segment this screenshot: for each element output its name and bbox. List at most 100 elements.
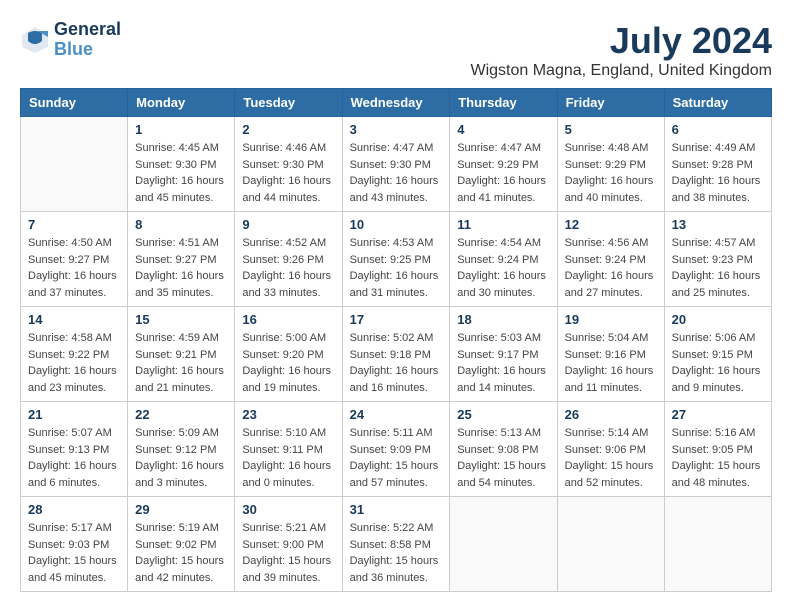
day-info: Sunrise: 5:14 AM Sunset: 9:06 PM Dayligh… [565, 425, 657, 491]
logo: General Blue [20, 20, 121, 60]
logo-icon [20, 25, 50, 55]
calendar-cell: 16Sunrise: 5:00 AM Sunset: 9:20 PM Dayli… [235, 307, 342, 402]
day-info: Sunrise: 5:00 AM Sunset: 9:20 PM Dayligh… [242, 330, 334, 396]
weekday-header-friday: Friday [557, 89, 664, 117]
day-info: Sunrise: 5:13 AM Sunset: 9:08 PM Dayligh… [457, 425, 549, 491]
day-info: Sunrise: 4:54 AM Sunset: 9:24 PM Dayligh… [457, 235, 549, 301]
day-number: 4 [457, 122, 549, 137]
day-number: 10 [350, 217, 443, 232]
day-info: Sunrise: 4:47 AM Sunset: 9:30 PM Dayligh… [350, 140, 443, 206]
calendar-cell: 21 Sunrise: 5:07 AM Sunset: 9:13 PM Dayli… [21, 402, 128, 497]
calendar-cell [450, 497, 557, 592]
location-title: Wigston Magna, England, United Kingdom [470, 62, 772, 80]
day-info: Sunrise: 4:56 AM Sunset: 9:24 PM Dayligh… [565, 235, 657, 301]
day-info: Sunrise: 5:22 AM Sunset: 8:58 PM Dayligh… [350, 520, 443, 586]
week-row-3: 14 Sunrise: 4:58 AM Sunset: 9:22 PM Dayli… [21, 307, 772, 402]
calendar-cell: 20Sunrise: 5:06 AM Sunset: 9:15 PM Dayli… [664, 307, 771, 402]
calendar-cell: 14 Sunrise: 4:58 AM Sunset: 9:22 PM Dayli… [21, 307, 128, 402]
calendar-cell: 2Sunrise: 4:46 AM Sunset: 9:30 PM Daylig… [235, 117, 342, 212]
calendar-cell: 11 Sunrise: 4:54 AM Sunset: 9:24 PM Dayli… [450, 212, 557, 307]
weekday-header-thursday: Thursday [450, 89, 557, 117]
calendar-cell: 23Sunrise: 5:10 AM Sunset: 9:11 PM Dayli… [235, 402, 342, 497]
day-info: Sunrise: 4:57 AM Sunset: 9:23 PM Dayligh… [672, 235, 764, 301]
day-number: 7 [28, 217, 120, 232]
day-number: 13 [672, 217, 764, 232]
calendar-cell: 24Sunrise: 5:11 AM Sunset: 9:09 PM Dayli… [342, 402, 450, 497]
day-number: 12 [565, 217, 657, 232]
weekday-header-saturday: Saturday [664, 89, 771, 117]
weekday-header-wednesday: Wednesday [342, 89, 450, 117]
day-number: 8 [135, 217, 227, 232]
week-row-4: 21 Sunrise: 5:07 AM Sunset: 9:13 PM Dayli… [21, 402, 772, 497]
calendar-cell: 8 Sunrise: 4:51 AM Sunset: 9:27 PM Daylig… [128, 212, 235, 307]
calendar-cell: 27 Sunrise: 5:16 AM Sunset: 9:05 PM Dayli… [664, 402, 771, 497]
week-row-5: 28Sunrise: 5:17 AM Sunset: 9:03 PM Dayli… [21, 497, 772, 592]
day-info: Sunrise: 4:45 AM Sunset: 9:30 PM Dayligh… [135, 140, 227, 206]
day-number: 27 [672, 407, 764, 422]
day-info: Sunrise: 4:49 AM Sunset: 9:28 PM Dayligh… [672, 140, 764, 206]
calendar-cell: 5 Sunrise: 4:48 AM Sunset: 9:29 PM Daylig… [557, 117, 664, 212]
day-info: Sunrise: 5:17 AM Sunset: 9:03 PM Dayligh… [28, 520, 120, 586]
calendar-cell: 6 Sunrise: 4:49 AM Sunset: 9:28 PM Daylig… [664, 117, 771, 212]
day-info: Sunrise: 5:21 AM Sunset: 9:00 PM Dayligh… [242, 520, 334, 586]
day-number: 6 [672, 122, 764, 137]
logo-text: General Blue [54, 20, 121, 60]
day-info: Sunrise: 4:53 AM Sunset: 9:25 PM Dayligh… [350, 235, 443, 301]
calendar-cell: 15 Sunrise: 4:59 AM Sunset: 9:21 PM Dayli… [128, 307, 235, 402]
week-row-2: 7 Sunrise: 4:50 AM Sunset: 9:27 PM Daylig… [21, 212, 772, 307]
weekday-header-sunday: Sunday [21, 89, 128, 117]
day-number: 5 [565, 122, 657, 137]
calendar-cell: 13 Sunrise: 4:57 AM Sunset: 9:23 PM Dayli… [664, 212, 771, 307]
day-number: 2 [242, 122, 334, 137]
calendar-cell: 30 Sunrise: 5:21 AM Sunset: 9:00 PM Dayli… [235, 497, 342, 592]
day-number: 30 [242, 502, 334, 517]
day-number: 25 [457, 407, 549, 422]
day-number: 20 [672, 312, 764, 327]
page-header: General Blue July 2024 Wigston Magna, En… [20, 20, 772, 80]
calendar-cell: 7 Sunrise: 4:50 AM Sunset: 9:27 PM Daylig… [21, 212, 128, 307]
day-number: 18 [457, 312, 549, 327]
weekday-header-monday: Monday [128, 89, 235, 117]
calendar-cell [664, 497, 771, 592]
calendar-cell: 22 Sunrise: 5:09 AM Sunset: 9:12 PM Dayli… [128, 402, 235, 497]
day-info: Sunrise: 4:51 AM Sunset: 9:27 PM Dayligh… [135, 235, 227, 301]
day-info: Sunrise: 4:59 AM Sunset: 9:21 PM Dayligh… [135, 330, 227, 396]
week-row-1: 1 Sunrise: 4:45 AM Sunset: 9:30 PM Daylig… [21, 117, 772, 212]
weekday-header-row: SundayMondayTuesdayWednesdayThursdayFrid… [21, 89, 772, 117]
day-number: 21 [28, 407, 120, 422]
calendar-cell [557, 497, 664, 592]
calendar-cell: 19Sunrise: 5:04 AM Sunset: 9:16 PM Dayli… [557, 307, 664, 402]
day-info: Sunrise: 4:58 AM Sunset: 9:22 PM Dayligh… [28, 330, 120, 396]
day-number: 23 [242, 407, 334, 422]
day-number: 31 [350, 502, 443, 517]
day-info: Sunrise: 5:09 AM Sunset: 9:12 PM Dayligh… [135, 425, 227, 491]
day-info: Sunrise: 5:07 AM Sunset: 9:13 PM Dayligh… [28, 425, 120, 491]
day-number: 1 [135, 122, 227, 137]
day-number: 26 [565, 407, 657, 422]
day-number: 9 [242, 217, 334, 232]
calendar-cell: 28Sunrise: 5:17 AM Sunset: 9:03 PM Dayli… [21, 497, 128, 592]
calendar-cell: 12 Sunrise: 4:56 AM Sunset: 9:24 PM Dayli… [557, 212, 664, 307]
title-section: July 2024 Wigston Magna, England, United… [470, 20, 772, 80]
calendar-cell: 29Sunrise: 5:19 AM Sunset: 9:02 PM Dayli… [128, 497, 235, 592]
calendar-cell: 25 Sunrise: 5:13 AM Sunset: 9:08 PM Dayli… [450, 402, 557, 497]
calendar-cell: 31 Sunrise: 5:22 AM Sunset: 8:58 PM Dayli… [342, 497, 450, 592]
calendar-cell: 4Sunrise: 4:47 AM Sunset: 9:29 PM Daylig… [450, 117, 557, 212]
day-number: 22 [135, 407, 227, 422]
day-info: Sunrise: 5:03 AM Sunset: 9:17 PM Dayligh… [457, 330, 549, 396]
day-info: Sunrise: 4:50 AM Sunset: 9:27 PM Dayligh… [28, 235, 120, 301]
calendar-table: SundayMondayTuesdayWednesdayThursdayFrid… [20, 88, 772, 592]
calendar-cell: 18 Sunrise: 5:03 AM Sunset: 9:17 PM Dayli… [450, 307, 557, 402]
day-info: Sunrise: 5:02 AM Sunset: 9:18 PM Dayligh… [350, 330, 443, 396]
calendar-cell: 3Sunrise: 4:47 AM Sunset: 9:30 PM Daylig… [342, 117, 450, 212]
calendar-cell: 17 Sunrise: 5:02 AM Sunset: 9:18 PM Dayli… [342, 307, 450, 402]
day-number: 11 [457, 217, 549, 232]
calendar-cell: 9Sunrise: 4:52 AM Sunset: 9:26 PM Daylig… [235, 212, 342, 307]
day-info: Sunrise: 5:16 AM Sunset: 9:05 PM Dayligh… [672, 425, 764, 491]
day-number: 24 [350, 407, 443, 422]
day-info: Sunrise: 4:48 AM Sunset: 9:29 PM Dayligh… [565, 140, 657, 206]
calendar-cell: 26 Sunrise: 5:14 AM Sunset: 9:06 PM Dayli… [557, 402, 664, 497]
day-number: 15 [135, 312, 227, 327]
day-number: 14 [28, 312, 120, 327]
day-number: 17 [350, 312, 443, 327]
